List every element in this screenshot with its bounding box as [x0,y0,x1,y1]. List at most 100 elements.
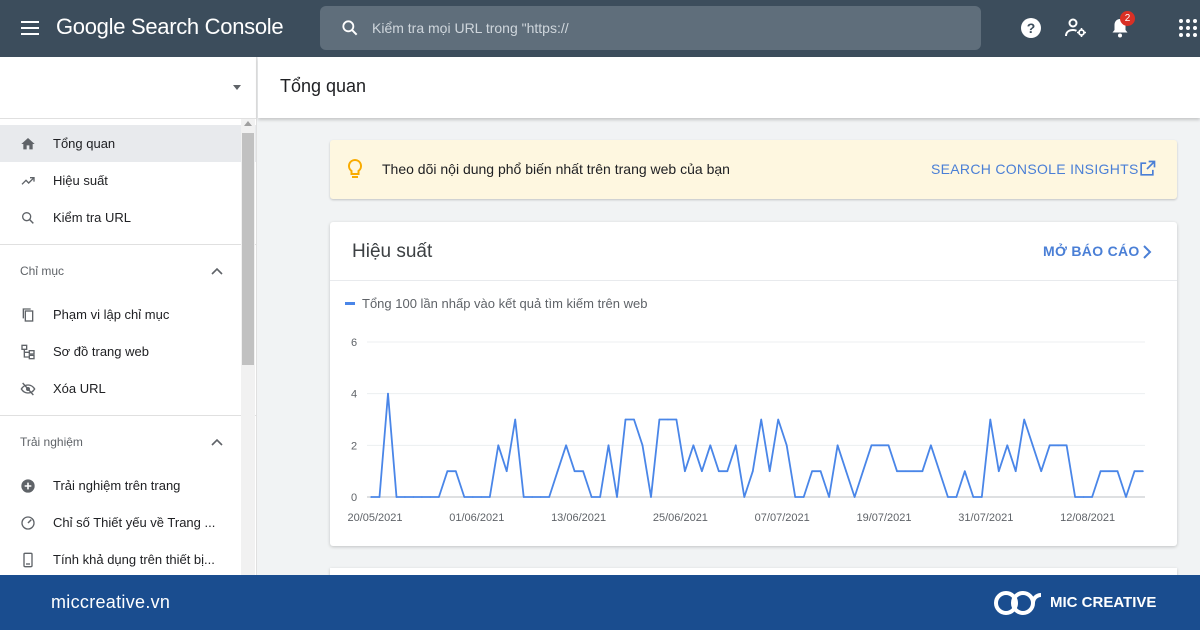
sidebar-item-performance[interactable]: Hiệu suất [0,162,256,199]
data-point [989,418,992,421]
chevron-right-icon[interactable] [1142,245,1152,259]
data-point [565,444,567,447]
legend-swatch [345,302,355,305]
open-in-new-icon[interactable] [1137,159,1157,179]
sitemap-icon [21,344,35,360]
data-point [556,470,559,472]
plus-circle-icon [21,479,35,493]
data-point [1048,444,1051,447]
y-tick-label: 6 [351,337,357,349]
x-tick-label: 13/06/2021 [551,512,606,524]
data-point [760,418,763,421]
footer-banner: miccreative.vn MIC CREATIVE [0,575,1200,630]
url-inspection-search[interactable] [320,6,981,50]
sidebar-item-sitemaps[interactable]: Sơ đồ trang web [0,333,256,370]
data-point [751,470,754,472]
data-point [446,470,449,472]
sidebar-item-label: Tính khả dụng trên thiết bị... [53,552,215,567]
data-point [548,496,550,498]
data-point [455,470,457,472]
scroll-up-arrow-icon[interactable] [244,121,252,126]
property-selector[interactable] [0,57,256,119]
apps-grid-icon[interactable] [1176,16,1200,40]
insights-text: Theo dõi nội dung phổ biến nhất trên tra… [382,161,730,177]
sidebar-item-label: Chỉ số Thiết yếu về Trang ... [53,515,216,530]
speed-icon [21,516,35,530]
data-point [1091,496,1093,498]
home-icon [21,138,35,150]
data-point [658,418,661,421]
manage-accounts-icon[interactable] [1064,16,1088,40]
section-index[interactable]: Chỉ mục [0,244,256,296]
sidebar-item-label: Hiệu suất [53,173,108,188]
data-point [692,444,695,447]
data-point [641,444,644,447]
copy-icon [22,308,34,322]
data-point [1040,470,1042,472]
data-point [964,470,966,472]
top-app-bar: Google Search Console ? 2 [0,0,1200,57]
data-point [981,496,983,498]
data-point [429,496,432,498]
data-point [633,418,635,421]
page-header: Tổng quan [258,57,1200,118]
sidebar-item-removals[interactable]: Xóa URL [0,370,256,407]
data-point [836,444,839,447]
sidebar-item-core-web-vitals[interactable]: Chỉ số Thiết yếu về Trang ... [0,504,256,541]
section-experience[interactable]: Trải nghiệm [0,415,256,467]
scrollbar-thumb[interactable] [242,133,254,365]
menu-icon[interactable] [18,17,42,41]
y-tick-label: 0 [351,492,357,504]
help-icon[interactable]: ? [1019,16,1043,40]
data-point [497,444,500,447]
clicks-line-chart: 0 2 4 6 20/05/2021 01/06/2021 13/06/2021 25/06/… [347,337,1145,524]
sidebar-item-coverage[interactable]: Phạm vi lập chỉ mục [0,296,256,333]
data-point [480,496,483,498]
sidebar-scrollbar[interactable] [241,119,255,575]
data-point [1108,470,1110,472]
divider [330,280,1177,281]
chevron-up-icon [211,267,223,275]
sidebar-item-overview[interactable]: Tổng quan [0,125,256,162]
data-point [896,470,898,472]
section-title: Trải nghiệm [20,434,83,449]
sidebar-item-label: Trải nghiệm trên trang [53,478,181,493]
data-point [438,496,440,498]
data-point [870,444,873,447]
sidebar-item-label: Xóa URL [53,381,106,396]
sidebar-item-url-inspection[interactable]: Kiểm tra URL [0,199,256,236]
search-console-insights-link[interactable]: SEARCH CONSOLE INSIGHTS [931,161,1139,177]
data-point [412,496,415,498]
data-point [387,392,389,395]
insights-banner: Theo dõi nội dung phổ biến nhất trên tra… [330,140,1177,199]
data-point [913,470,915,472]
data-point [582,470,584,472]
data-point [743,496,746,498]
data-point [421,496,423,498]
data-point [650,496,652,498]
data-point [1023,418,1026,421]
x-tick-label: 19/07/2021 [856,512,911,524]
data-point [1125,496,1127,498]
open-report-link[interactable]: MỞ BÁO CÁO [1043,243,1140,259]
data-point [1014,470,1017,472]
data-point [947,496,949,498]
data-point [378,496,381,498]
data-point [573,470,576,472]
data-point [853,496,856,498]
data-point [862,470,864,472]
data-point [777,418,780,421]
sidebar-item-mobile-usability[interactable]: Tính khả dụng trên thiết bị... [0,541,256,575]
sidebar-item-page-experience[interactable]: Trải nghiệm trên trang [0,467,256,504]
data-point [590,496,593,498]
data-point [726,470,729,472]
x-tick-label: 01/06/2021 [449,512,504,524]
sidebar-item-label: Sơ đồ trang web [53,344,149,359]
data-point [997,470,1000,472]
search-input[interactable] [372,6,962,50]
app-logo[interactable]: Google Search Console [56,14,284,40]
data-point [1133,470,1136,472]
data-point [539,496,542,498]
data-point [472,496,474,498]
data-point [514,418,517,421]
